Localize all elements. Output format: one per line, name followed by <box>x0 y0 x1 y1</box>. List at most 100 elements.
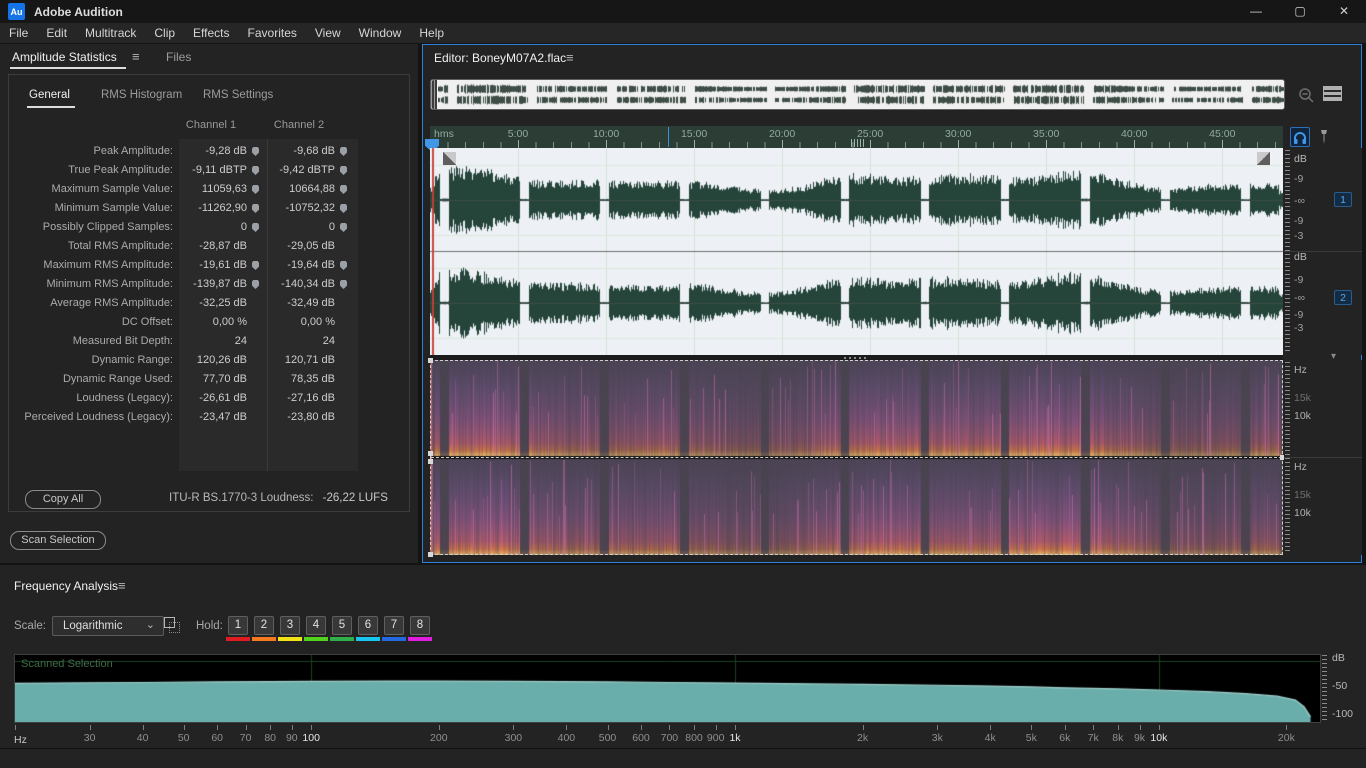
major-tick <box>1134 140 1136 148</box>
waveform-display[interactable] <box>430 148 1283 355</box>
stat-row-value-ch2: 120,71 dB <box>284 354 335 366</box>
time-label-25:00: 25:00 <box>856 128 884 140</box>
selection-resize-handle[interactable] <box>428 552 433 557</box>
solo-monitor-toggle[interactable] <box>1290 127 1310 147</box>
time-ruler[interactable]: hms 5:00 10:00 15:00 20:00 25:00 30:00 35:00 40:… <box>430 126 1283 148</box>
menu-effects[interactable]: Effects <box>184 23 238 43</box>
menu-help[interactable]: Help <box>410 23 453 43</box>
frequency-ruler[interactable]: Hz 15k 10k Hz 15k 10k <box>1284 360 1362 555</box>
selection-resize-handle[interactable] <box>428 451 433 456</box>
stat-row-value-ch2: -23,80 dB <box>287 411 335 423</box>
hold-button-1[interactable]: 1 <box>228 616 248 635</box>
stat-row-label: Maximum Sample Value: <box>51 183 173 195</box>
amplitude-statistics-panel: Amplitude Statistics ≡ Files General RMS… <box>0 44 418 563</box>
scanned-selection-label: Scanned Selection <box>21 658 113 670</box>
selection-handle-right[interactable] <box>1257 152 1270 165</box>
tab-amplitude-statistics[interactable]: Amplitude Statistics <box>12 50 117 64</box>
copy-settings-icon[interactable] <box>164 617 180 633</box>
stat-row-value-ch1: -19,61 dB <box>199 259 247 271</box>
stat-row-value-ch1: -28,87 dB <box>199 240 247 252</box>
selection-resize-handle[interactable] <box>428 358 433 363</box>
major-tick <box>958 140 960 148</box>
hold-button-7[interactable]: 7 <box>384 616 404 635</box>
tab-rms-histogram[interactable]: RMS Histogram <box>101 89 182 101</box>
editor-title[interactable]: Editor: BoneyM07A2.flac <box>434 51 566 65</box>
x-label-20k: 20k <box>1277 732 1295 744</box>
x-tick <box>735 725 736 730</box>
tab-files[interactable]: Files <box>166 50 191 64</box>
selection-resize-handle[interactable] <box>428 459 433 464</box>
x-tick <box>669 725 671 730</box>
amplitude-ruler[interactable]: dB -9 -∞ -9 -3 dB -9 -∞ -9 -3 <box>1284 148 1362 355</box>
frequency-analysis-title[interactable]: Frequency Analysis <box>14 579 118 593</box>
menu-view[interactable]: View <box>306 23 350 43</box>
tab-general[interactable]: General <box>29 89 70 101</box>
stat-row-label: Perceived Loudness (Legacy): <box>24 411 173 423</box>
hold-button-8[interactable]: 8 <box>410 616 430 635</box>
hold-button-6[interactable]: 6 <box>358 616 378 635</box>
selection-handle-left[interactable] <box>443 152 456 165</box>
hold-button-5[interactable]: 5 <box>332 616 352 635</box>
frequency-analysis-panel: Frequency Analysis ≡ Scale: Logarithmic … <box>0 565 1366 748</box>
menu-clip[interactable]: Clip <box>145 23 184 43</box>
x-tick <box>183 725 185 730</box>
db-axis-label: dB <box>1332 652 1345 664</box>
menu-window[interactable]: Window <box>350 23 411 43</box>
menu-edit[interactable]: Edit <box>37 23 76 43</box>
amp-ruler-label: -∞ <box>1294 195 1305 207</box>
zoom-navigator[interactable] <box>430 79 1285 110</box>
scan-selection-button[interactable]: Scan Selection <box>10 531 106 550</box>
stat-row-value-ch2: 0,00 % <box>300 316 335 328</box>
editor-panel-menu-icon[interactable]: ≡ <box>566 50 574 65</box>
stat-row-label: Minimum RMS Amplitude: <box>46 278 173 290</box>
hold-color-3 <box>278 637 302 641</box>
menu-favorites[interactable]: Favorites <box>239 23 306 43</box>
splitter-grip <box>844 357 868 359</box>
status-bar: Analyze Statistics completed in 34,23 se… <box>0 748 1366 768</box>
stats-content-box: General RMS Histogram RMS Settings Chann… <box>8 74 410 512</box>
frequency-plot[interactable] <box>15 655 1320 722</box>
ruler-blue-marker <box>668 127 669 147</box>
zoom-navigate-icon[interactable] <box>1296 85 1316 105</box>
stat-row-value-ch1: 120,26 dB <box>196 354 247 366</box>
app-title: Adobe Audition <box>34 4 123 19</box>
menu-file[interactable]: File <box>0 23 37 43</box>
tab-rms-settings[interactable]: RMS Settings <box>203 89 273 101</box>
stat-row-value-ch1: 0,00 % <box>212 316 247 328</box>
panel-menu-icon[interactable]: ≡ <box>132 49 140 64</box>
hold-button-2[interactable]: 2 <box>254 616 274 635</box>
editor-layout-icon[interactable] <box>1323 86 1342 101</box>
x-tick <box>270 725 272 730</box>
x-tick <box>217 725 219 730</box>
copy-all-button[interactable]: Copy All <box>25 490 101 509</box>
menu-multitrack[interactable]: Multitrack <box>76 23 145 43</box>
hold-color-7 <box>382 637 406 641</box>
stat-row-value-ch2: -10752,32 <box>285 202 335 214</box>
hold-color-8 <box>408 637 432 641</box>
frequency-plot-frame: Scanned Selection <box>14 654 1321 723</box>
active-tab-underline <box>10 67 126 69</box>
x-tick <box>694 725 695 730</box>
x-label-60: 60 <box>211 732 224 744</box>
hold-button-3[interactable]: 3 <box>280 616 300 635</box>
major-tick <box>1046 140 1048 148</box>
time-label-35:00: 35:00 <box>1033 128 1060 140</box>
minimize-button[interactable]: — <box>1234 0 1278 23</box>
app-logo-icon: Au <box>8 3 25 20</box>
x-label-300: 300 <box>504 732 523 744</box>
major-tick <box>518 140 519 148</box>
maximize-button[interactable]: ▢ <box>1278 0 1322 23</box>
x-tick <box>438 725 440 730</box>
freq-panel-menu-icon[interactable]: ≡ <box>118 578 126 593</box>
navigator-left-handle[interactable] <box>431 80 437 109</box>
scale-dropdown[interactable]: Logarithmic ⌄ <box>52 616 164 636</box>
menu-bar: File Edit Multitrack Clip Effects Favorites Vi… <box>0 23 1366 43</box>
pin-icon[interactable] <box>1316 127 1332 147</box>
overview-waveform[interactable] <box>438 81 1284 108</box>
close-button[interactable]: ✕ <box>1322 0 1366 23</box>
hold-button-4[interactable]: 4 <box>306 616 326 635</box>
stat-row-label: Total RMS Amplitude: <box>67 240 173 252</box>
x-tick <box>937 725 939 730</box>
x-label-70: 70 <box>239 732 252 744</box>
x-tick <box>641 725 642 730</box>
